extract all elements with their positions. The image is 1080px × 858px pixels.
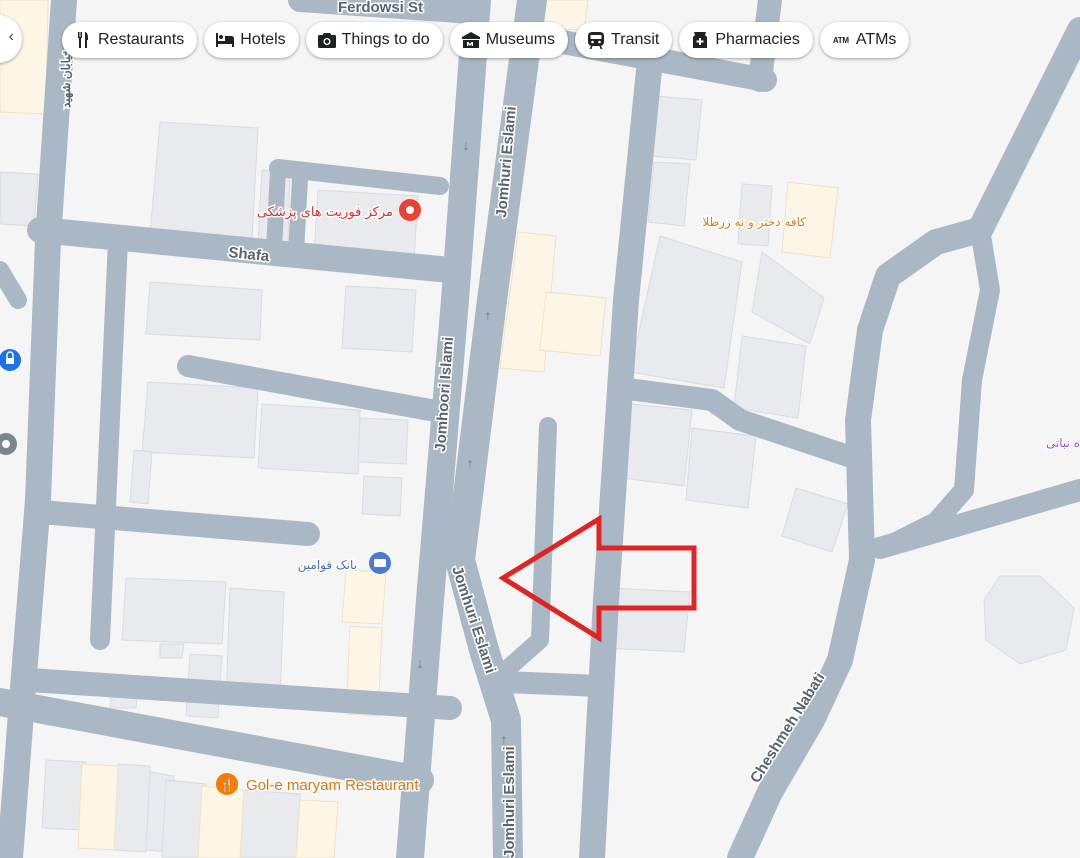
svg-text:↑: ↑: [467, 455, 474, 471]
chip-label: Hotels: [240, 31, 286, 48]
chip-museums[interactable]: Museums: [449, 22, 569, 58]
poi-label-gol-e-maryam: Gol-e maryam Restaurant: [246, 777, 419, 794]
chip-transit[interactable]: Transit: [575, 22, 673, 58]
chip-label: Transit: [611, 31, 660, 48]
chip-label: Museums: [485, 31, 556, 48]
svg-text:↓: ↓: [417, 655, 424, 671]
chip-label: Pharmacies: [715, 31, 800, 48]
bed-icon: [216, 31, 235, 49]
street-label-ferdowsi: Ferdowsi St: [338, 0, 423, 16]
chevron-left-icon: ‹: [8, 28, 14, 45]
poi-gol-e-maryam[interactable]: 🍴 Gol-e maryam Restaurant: [216, 773, 421, 796]
svg-text:↑: ↑: [501, 731, 508, 747]
poi-label-right-edge: ه نباتی: [1046, 436, 1080, 450]
map-canvas[interactable]: ↓ ↑ ↑ ↓ ↑ Ferdowsi St Shafa Jomhoori Isl…: [0, 0, 1080, 858]
poi-label-medical-center: مرکز فوریت های پزشکی: [257, 205, 393, 220]
street-label-jomhuri-eslami-bottom: Jomhuri Eslami: [501, 746, 518, 858]
chip-atms[interactable]: ATM ATMs: [819, 22, 910, 58]
poi-label-cafe: کافه دختر و نه زرطلا: [702, 215, 806, 230]
chip-label: ATMs: [855, 31, 897, 48]
camera-icon: [317, 31, 336, 49]
pharmacy-icon: [691, 31, 709, 49]
poi-cafe[interactable]: کافه دختر و نه زرطلا: [701, 214, 808, 232]
train-icon: [587, 31, 605, 49]
poi-label-bank: بانک قوامین: [298, 558, 357, 573]
lock-icon: [6, 358, 14, 364]
chip-things-to-do[interactable]: Things to do: [305, 22, 443, 58]
chip-label: Things to do: [341, 31, 430, 48]
svg-text:↓: ↓: [463, 137, 470, 153]
chip-pharmacies[interactable]: Pharmacies: [679, 22, 813, 58]
category-chip-bar: Restaurants Hotels Things to do Museums …: [62, 22, 910, 58]
fork-knife-icon: 🍴: [220, 778, 235, 792]
chip-label: Restaurants: [98, 31, 185, 48]
chip-hotels[interactable]: Hotels: [204, 22, 299, 58]
svg-text:↑: ↑: [485, 307, 492, 323]
fork-knife-icon: [74, 31, 92, 49]
poi-right-edge[interactable]: ه نباتی: [1044, 435, 1080, 452]
chip-restaurants[interactable]: Restaurants: [62, 22, 198, 58]
museum-icon: [461, 31, 480, 49]
bank-icon: [374, 559, 386, 567]
atm-icon: ATM: [832, 35, 849, 45]
poi-left-lock[interactable]: [0, 349, 21, 371]
